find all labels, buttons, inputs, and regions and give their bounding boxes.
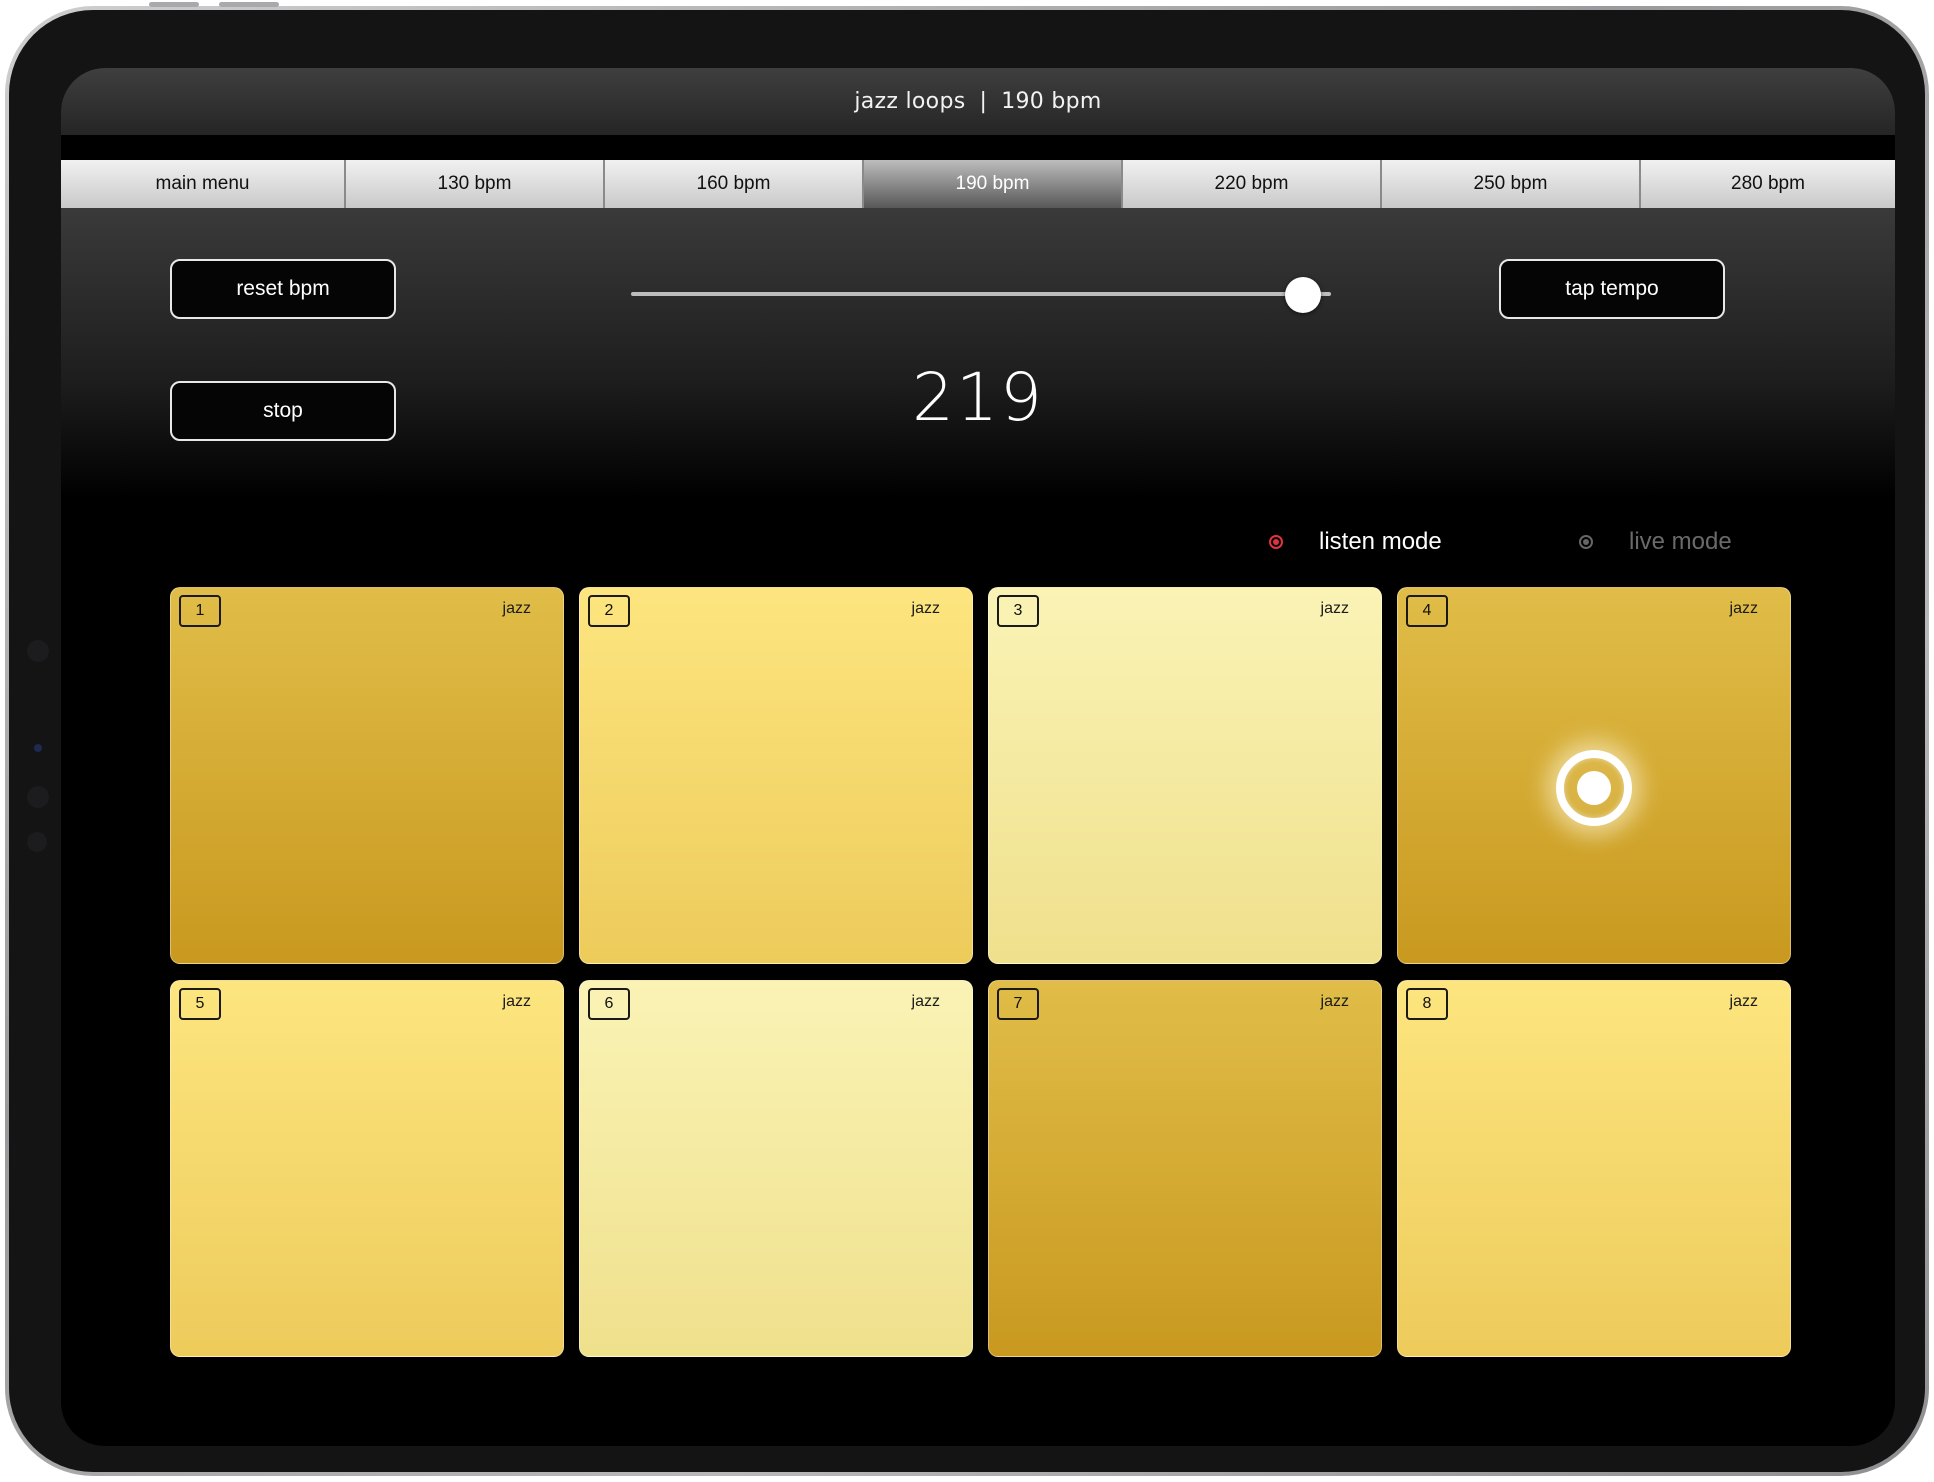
loop-pad-3[interactable]: 3 jazz [988, 587, 1382, 964]
app-screen: jazz loops | 190 bpm main menu 130 bpm 160… [61, 68, 1895, 1446]
pad-genre-label: jazz [502, 600, 531, 617]
pad-genre-label: jazz [911, 993, 940, 1010]
pad-number: 6 [588, 988, 630, 1020]
side-sensor-2 [34, 744, 42, 752]
reset-bpm-button[interactable]: reset bpm [170, 259, 396, 319]
loop-pad-6[interactable]: 6 jazz [579, 980, 973, 1357]
bpm-tab-bar: main menu 130 bpm 160 bpm 190 bpm 220 bpm 250… [61, 160, 1895, 208]
app-title: jazz loops [854, 89, 966, 114]
loop-pad-7[interactable]: 7 jazz [988, 980, 1382, 1357]
bpm-slider-track[interactable] [631, 292, 1331, 296]
pad-number: 2 [588, 595, 630, 627]
tab-280-bpm[interactable]: 280 bpm [1641, 160, 1895, 208]
side-sensor-4 [27, 832, 47, 852]
tab-130-bpm[interactable]: 130 bpm [346, 160, 605, 208]
tab-220-bpm[interactable]: 220 bpm [1123, 160, 1382, 208]
ipad-frame: jazz loops | 190 bpm main menu 130 bpm 160… [5, 2, 1929, 1476]
listen-mode-radio[interactable] [1269, 535, 1283, 549]
title-bar: jazz loops | 190 bpm [61, 68, 1895, 135]
pad-number: 8 [1406, 988, 1448, 1020]
live-mode-label: live mode [1629, 528, 1732, 555]
current-tempo: 190 bpm [1001, 89, 1102, 114]
pad-number: 7 [997, 988, 1039, 1020]
tab-190-bpm[interactable]: 190 bpm [864, 160, 1123, 208]
loop-pad-8[interactable]: 8 jazz [1397, 980, 1791, 1357]
top-button-right [219, 2, 279, 7]
pad-genre-label: jazz [502, 993, 531, 1010]
listen-mode-label: listen mode [1319, 528, 1442, 555]
pad-number: 5 [179, 988, 221, 1020]
live-mode-radio[interactable] [1579, 535, 1593, 549]
pad-number: 3 [997, 595, 1039, 627]
stop-button[interactable]: stop [170, 381, 396, 441]
tab-main-menu[interactable]: main menu [61, 160, 346, 208]
loop-pad-5[interactable]: 5 jazz [170, 980, 564, 1357]
tab-250-bpm[interactable]: 250 bpm [1382, 160, 1641, 208]
playing-indicator-icon [1556, 750, 1632, 826]
bpm-readout: 219 [912, 359, 1044, 436]
live-mode-option[interactable]: live mode [1579, 524, 1732, 560]
tap-tempo-button[interactable]: tap tempo [1499, 259, 1725, 319]
pad-genre-label: jazz [911, 600, 940, 617]
side-sensor-1 [27, 640, 49, 662]
pad-genre-label: jazz [1729, 600, 1758, 617]
tab-160-bpm[interactable]: 160 bpm [605, 160, 864, 208]
top-button-left [149, 2, 199, 7]
pad-genre-label: jazz [1320, 600, 1349, 617]
pad-genre-label: jazz [1320, 993, 1349, 1010]
loop-pad-4[interactable]: 4 jazz [1397, 587, 1791, 964]
title-separator: | [979, 89, 988, 114]
side-sensor-3 [27, 786, 49, 808]
bpm-slider-thumb[interactable] [1285, 277, 1321, 313]
ipad-bezel: jazz loops | 190 bpm main menu 130 bpm 160… [9, 2, 1925, 1472]
control-area [61, 208, 1895, 498]
listen-mode-option[interactable]: listen mode [1269, 524, 1442, 560]
loop-pad-2[interactable]: 2 jazz [579, 587, 973, 964]
pad-number: 1 [179, 595, 221, 627]
pad-genre-label: jazz [1729, 993, 1758, 1010]
pad-number: 4 [1406, 595, 1448, 627]
loop-pad-1[interactable]: 1 jazz [170, 587, 564, 964]
